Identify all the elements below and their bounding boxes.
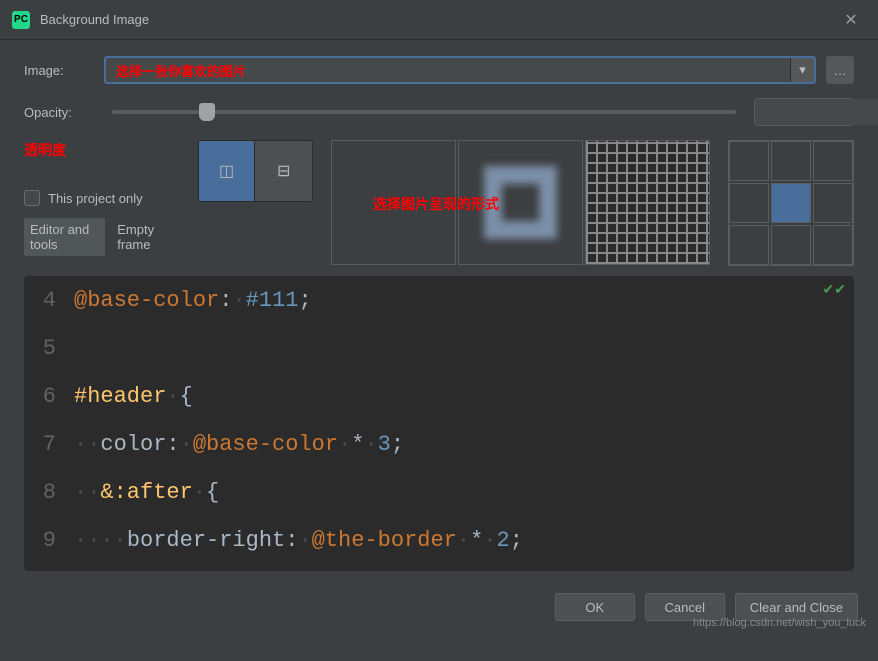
code-line: 6#header·{ [24,372,854,420]
line-number: 9 [24,528,74,553]
mirror-horizontal-icon: ◫ [219,161,234,181]
tab-empty-frame[interactable]: Empty frame [111,218,179,256]
anchor-grid [728,140,854,266]
image-label: Image: [24,63,94,78]
code-text: ····border-right:·@the-border·*·2; [74,528,523,553]
code-line: 8··&:after·{ [24,468,854,516]
code-line: 4@base-color:·#111; [24,276,854,324]
tab-editor-tools[interactable]: Editor and tools [24,218,105,256]
anchor-tc[interactable] [771,141,811,181]
anchor-mr[interactable] [813,183,853,223]
chevron-down-icon[interactable]: ▾ [790,58,814,82]
mirror-vertical-icon: ⊟ [277,161,290,181]
opacity-label: Opacity: [24,105,94,120]
code-text: #header·{ [74,384,193,409]
code-text: ··&:after·{ [74,480,219,505]
transparency-note: 透明度 [24,140,180,160]
image-path-combo[interactable]: 选择一张你喜欢的图片 ▾ [104,56,816,84]
line-number: 5 [24,336,74,361]
line-number: 7 [24,432,74,457]
opacity-input[interactable] [755,99,878,125]
close-icon[interactable]: ✕ [836,5,866,35]
code-line: 9····border-right:·@the-border·*·2; [24,516,854,564]
opacity-spinner[interactable]: ▲ ▼ [754,98,854,126]
titlebar: PC Background Image ✕ [0,0,878,40]
cancel-button[interactable]: Cancel [645,593,725,621]
anchor-tl[interactable] [729,141,769,181]
mirror-vertical-button[interactable]: ⊟ [255,141,312,201]
preview-plain[interactable] [331,140,456,265]
line-number: 8 [24,480,74,505]
mirror-toggle-group: ◫ ⊟ [198,140,313,202]
line-number: 4 [24,288,74,313]
project-only-label: This project only [48,191,143,206]
anchor-tr[interactable] [813,141,853,181]
project-only-checkbox[interactable] [24,190,40,206]
preview-tile[interactable] [585,140,710,265]
anchor-bc[interactable] [771,225,811,265]
mirror-horizontal-button[interactable]: ◫ [199,141,256,201]
anchor-br[interactable] [813,225,853,265]
clear-close-button[interactable]: Clear and Close [735,593,858,621]
code-preview: ✔✔ 4@base-color:·#111;56#header·{7··colo… [24,276,854,571]
browse-button[interactable]: … [826,56,854,84]
anchor-ml[interactable] [729,183,769,223]
app-icon: PC [12,11,30,29]
display-mode-previews: 选择图片呈现的形式 [331,140,710,265]
code-line: 7··color:·@base-color·*·3; [24,420,854,468]
window-title: Background Image [40,12,836,27]
code-text: @base-color:·#111; [74,288,312,313]
opacity-slider[interactable] [112,110,736,114]
anchor-center[interactable] [771,183,811,223]
code-text: ··color:·@base-color·*·3; [74,432,404,457]
line-number: 6 [24,384,74,409]
preview-scale[interactable] [458,140,583,265]
ok-button[interactable]: OK [555,593,635,621]
status-check-icon: ✔✔ [823,282,846,299]
slider-thumb[interactable] [199,103,215,121]
anchor-bl[interactable] [729,225,769,265]
code-line: 5 [24,324,854,372]
image-path-placeholder: 选择一张你喜欢的图片 [106,61,790,80]
